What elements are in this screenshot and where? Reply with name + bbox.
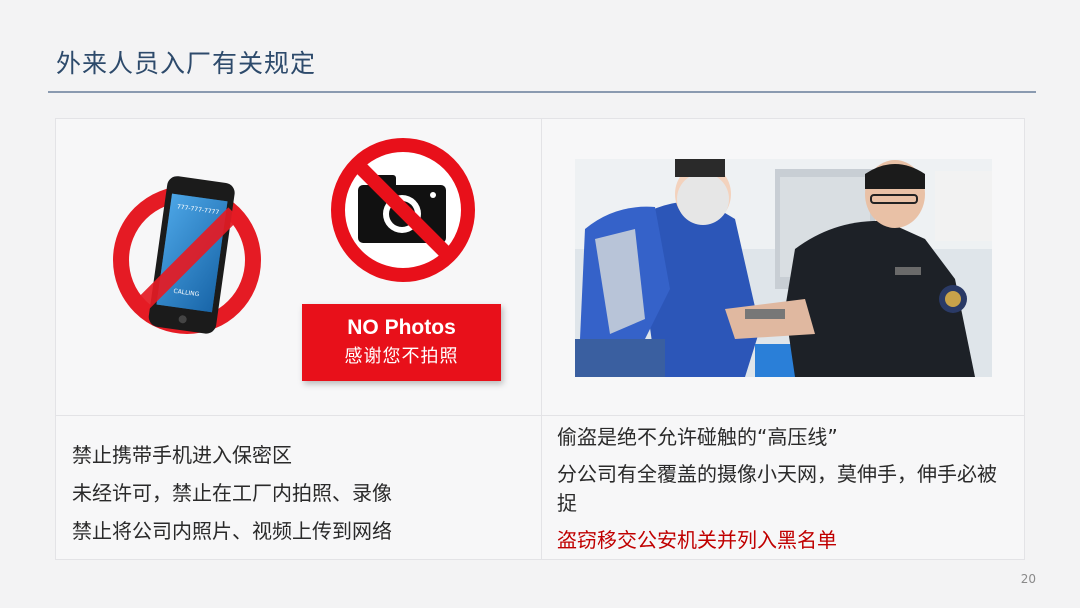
arrest-photo	[575, 159, 992, 377]
page-number: 20	[1020, 572, 1036, 586]
no-photos-en: NO Photos	[347, 316, 456, 339]
theft-rule-line: 偷盗是绝不允许碰触的“高压线”	[557, 425, 838, 449]
rule-no-photo: 未经许可，禁止在工厂内拍照、录像	[72, 481, 392, 505]
column-divider	[541, 119, 542, 559]
no-phone-icon: 777-777-7777 CALLING	[113, 176, 261, 334]
blacklist-warning: 盗窃移交公安机关并列入黑名单	[557, 528, 837, 552]
no-photos-banner: NO Photos 感谢您不拍照	[302, 304, 501, 381]
slide-title: 外来人员入厂有关规定	[56, 49, 317, 78]
no-camera-icon	[331, 138, 475, 282]
camera-network-line: 分公司有全覆盖的摄像小天网，莫伸手，伸手必被捉	[557, 462, 997, 515]
content-table: 777-777-7777 CALLING NO Photos 感谢您不拍照 禁止…	[55, 118, 1025, 560]
row-divider	[56, 415, 1024, 416]
rule-no-upload: 禁止将公司内照片、视频上传到网络	[72, 519, 392, 543]
left-rules: 禁止携带手机进入保密区 未经许可，禁止在工厂内拍照、录像 禁止将公司内照片、视频…	[72, 441, 392, 555]
rule-no-phone: 禁止携带手机进入保密区	[72, 443, 292, 467]
title-divider	[48, 91, 1036, 93]
right-rules: 偷盗是绝不允许碰触的“高压线” 分公司有全覆盖的摄像小天网，莫伸手，伸手必被捉 …	[557, 423, 997, 555]
no-photos-cn: 感谢您不拍照	[344, 346, 459, 367]
